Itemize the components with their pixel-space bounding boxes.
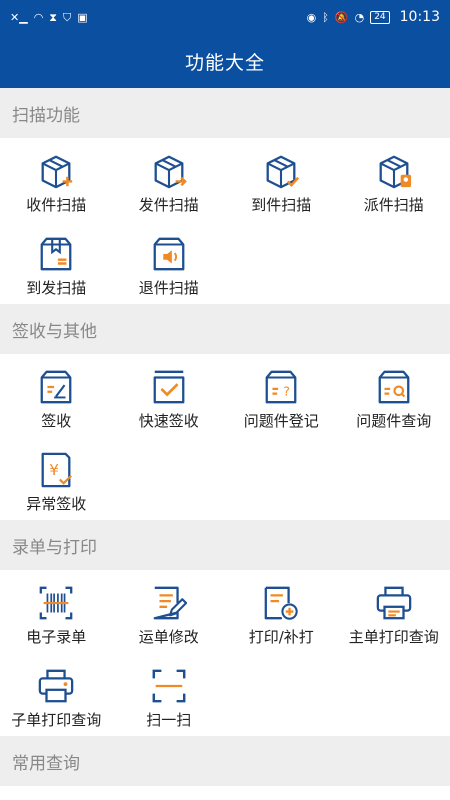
item-label: 电子录单 xyxy=(26,628,87,646)
item-label: 到件扫描 xyxy=(251,196,312,214)
shield-check-icon: ⛉ xyxy=(63,10,72,24)
item-label: 主单打印查询 xyxy=(348,628,439,646)
scan-frame-icon xyxy=(152,669,186,703)
master-print-query-button[interactable]: 主单打印查询 xyxy=(338,574,450,657)
svg-text:?: ? xyxy=(284,385,291,399)
item-label: 发件扫描 xyxy=(138,196,199,214)
edit-document-icon xyxy=(153,586,187,620)
box-plus-icon xyxy=(41,155,73,189)
box-check-icon xyxy=(266,155,300,189)
status-bar: ✕▁ ◠ ⧗ ⛉ ▣ ◉ ᛒ 🔕 ◔ 24 10:13 xyxy=(0,0,450,34)
section-header: 扫描功能 xyxy=(0,88,450,138)
scan-button[interactable]: 扫一扫 xyxy=(113,657,226,740)
item-label: 派件扫描 xyxy=(363,196,424,214)
receive-scan-button[interactable]: 收件扫描 xyxy=(0,142,113,225)
printer-icon xyxy=(376,586,412,620)
svg-text:¥: ¥ xyxy=(50,461,60,479)
problem-register-button[interactable]: ? 问题件登记 xyxy=(225,358,338,441)
content: 扫描功能 收件扫描 发件扫描 到件扫描 派件扫描 到发扫描 退件扫描 签收与其他… xyxy=(0,88,450,786)
item-label: 到发扫描 xyxy=(26,279,87,297)
quick-sign-icon xyxy=(153,370,185,404)
function-grid: 签收 快速签收 ? 问题件登记 问题件查询 ¥ 异常签收 xyxy=(0,354,450,520)
item-label: 签收 xyxy=(41,412,72,430)
e-order-button[interactable]: 电子录单 xyxy=(0,574,113,657)
mute-bell-icon: 🔕 xyxy=(334,10,349,24)
problem-query-button[interactable]: 问题件查询 xyxy=(338,358,450,441)
item-label: 打印/补打 xyxy=(248,628,314,646)
item-label: 子单打印查询 xyxy=(11,711,102,729)
section-title: 常用查询 xyxy=(12,753,80,774)
eye-icon: ◉ xyxy=(306,10,317,24)
sub-print-query-button[interactable]: 子单打印查询 xyxy=(0,657,113,740)
box-arrow-icon xyxy=(154,155,187,189)
printer-small-icon xyxy=(38,669,74,703)
status-left: ✕▁ ◠ ⧗ ⛉ ▣ xyxy=(10,12,307,23)
item-label: 运单修改 xyxy=(138,628,199,646)
function-grid: 收件扫描 发件扫描 到件扫描 派件扫描 到发扫描 退件扫描 xyxy=(0,138,450,304)
arrive-send-scan-button[interactable]: 到发扫描 xyxy=(0,225,113,308)
signal-icon: ✕▁ xyxy=(10,10,28,24)
item-label: 扫一扫 xyxy=(146,711,192,729)
hourglass-icon: ⧗ xyxy=(49,10,58,24)
page-title: 功能大全 xyxy=(184,51,265,74)
search-box-icon xyxy=(378,370,410,404)
section-title: 扫描功能 xyxy=(12,105,80,126)
item-label: 收件扫描 xyxy=(26,196,87,214)
return-scan-button[interactable]: 退件扫描 xyxy=(113,225,226,308)
arrival-scan-button[interactable]: 到件扫描 xyxy=(225,142,338,225)
item-label: 问题件登记 xyxy=(243,412,319,430)
status-right: ◉ ᛒ 🔕 ◔ 24 10:13 xyxy=(307,9,440,25)
quick-sign-button[interactable]: 快速签收 xyxy=(113,358,226,441)
title-bar: 功能大全 xyxy=(0,34,450,88)
item-label: 问题件查询 xyxy=(356,412,432,430)
section-header: 签收与其他 xyxy=(0,304,450,354)
package-icon xyxy=(40,237,72,271)
app-notification-icon: ▣ xyxy=(77,10,88,24)
section-common-query: 常用查询 xyxy=(0,736,450,786)
section-header: 录单与打印 xyxy=(0,520,450,570)
question-box-icon: ? xyxy=(265,370,297,404)
box-courier-icon xyxy=(379,155,411,189)
speed-icon: ◔ xyxy=(354,10,365,24)
box-speaker-icon xyxy=(153,237,185,271)
abnormal-sign-button[interactable]: ¥ 异常签收 xyxy=(0,441,113,524)
dispatch-scan-button[interactable]: 派件扫描 xyxy=(338,142,450,225)
battery-indicator: 24 xyxy=(370,10,390,24)
abnormal-sign-icon: ¥ xyxy=(41,452,73,488)
function-grid: 电子录单 运单修改 打印/补打 主单打印查询 子单打印查询 扫一扫 xyxy=(0,570,450,736)
section-sign: 签收与其他 签收 快速签收 ? 问题件登记 问题件查询 ¥ 异常签收 xyxy=(0,304,450,520)
item-label: 退件扫描 xyxy=(138,279,199,297)
section-header: 常用查询 xyxy=(0,736,450,786)
status-time: 10:13 xyxy=(399,9,440,25)
bluetooth-icon: ᛒ xyxy=(322,10,329,24)
section-title: 签收与其他 xyxy=(12,321,97,342)
section-order-print: 录单与打印 电子录单 运单修改 打印/补打 主单打印查询 子单打印查询 扫一扫 xyxy=(0,520,450,736)
send-scan-button[interactable]: 发件扫描 xyxy=(113,142,226,225)
waybill-edit-button[interactable]: 运单修改 xyxy=(113,574,226,657)
section-title: 录单与打印 xyxy=(12,537,97,558)
sign-box-icon xyxy=(40,370,72,404)
print-add-icon xyxy=(264,586,298,620)
item-label: 异常签收 xyxy=(26,495,87,513)
wifi-icon: ◠ xyxy=(33,10,44,24)
barcode-scan-icon xyxy=(39,586,73,620)
sign-button[interactable]: 签收 xyxy=(0,358,113,441)
section-scan: 扫描功能 收件扫描 发件扫描 到件扫描 派件扫描 到发扫描 退件扫描 xyxy=(0,88,450,304)
item-label: 快速签收 xyxy=(138,412,199,430)
print-reprint-button[interactable]: 打印/补打 xyxy=(225,574,338,657)
